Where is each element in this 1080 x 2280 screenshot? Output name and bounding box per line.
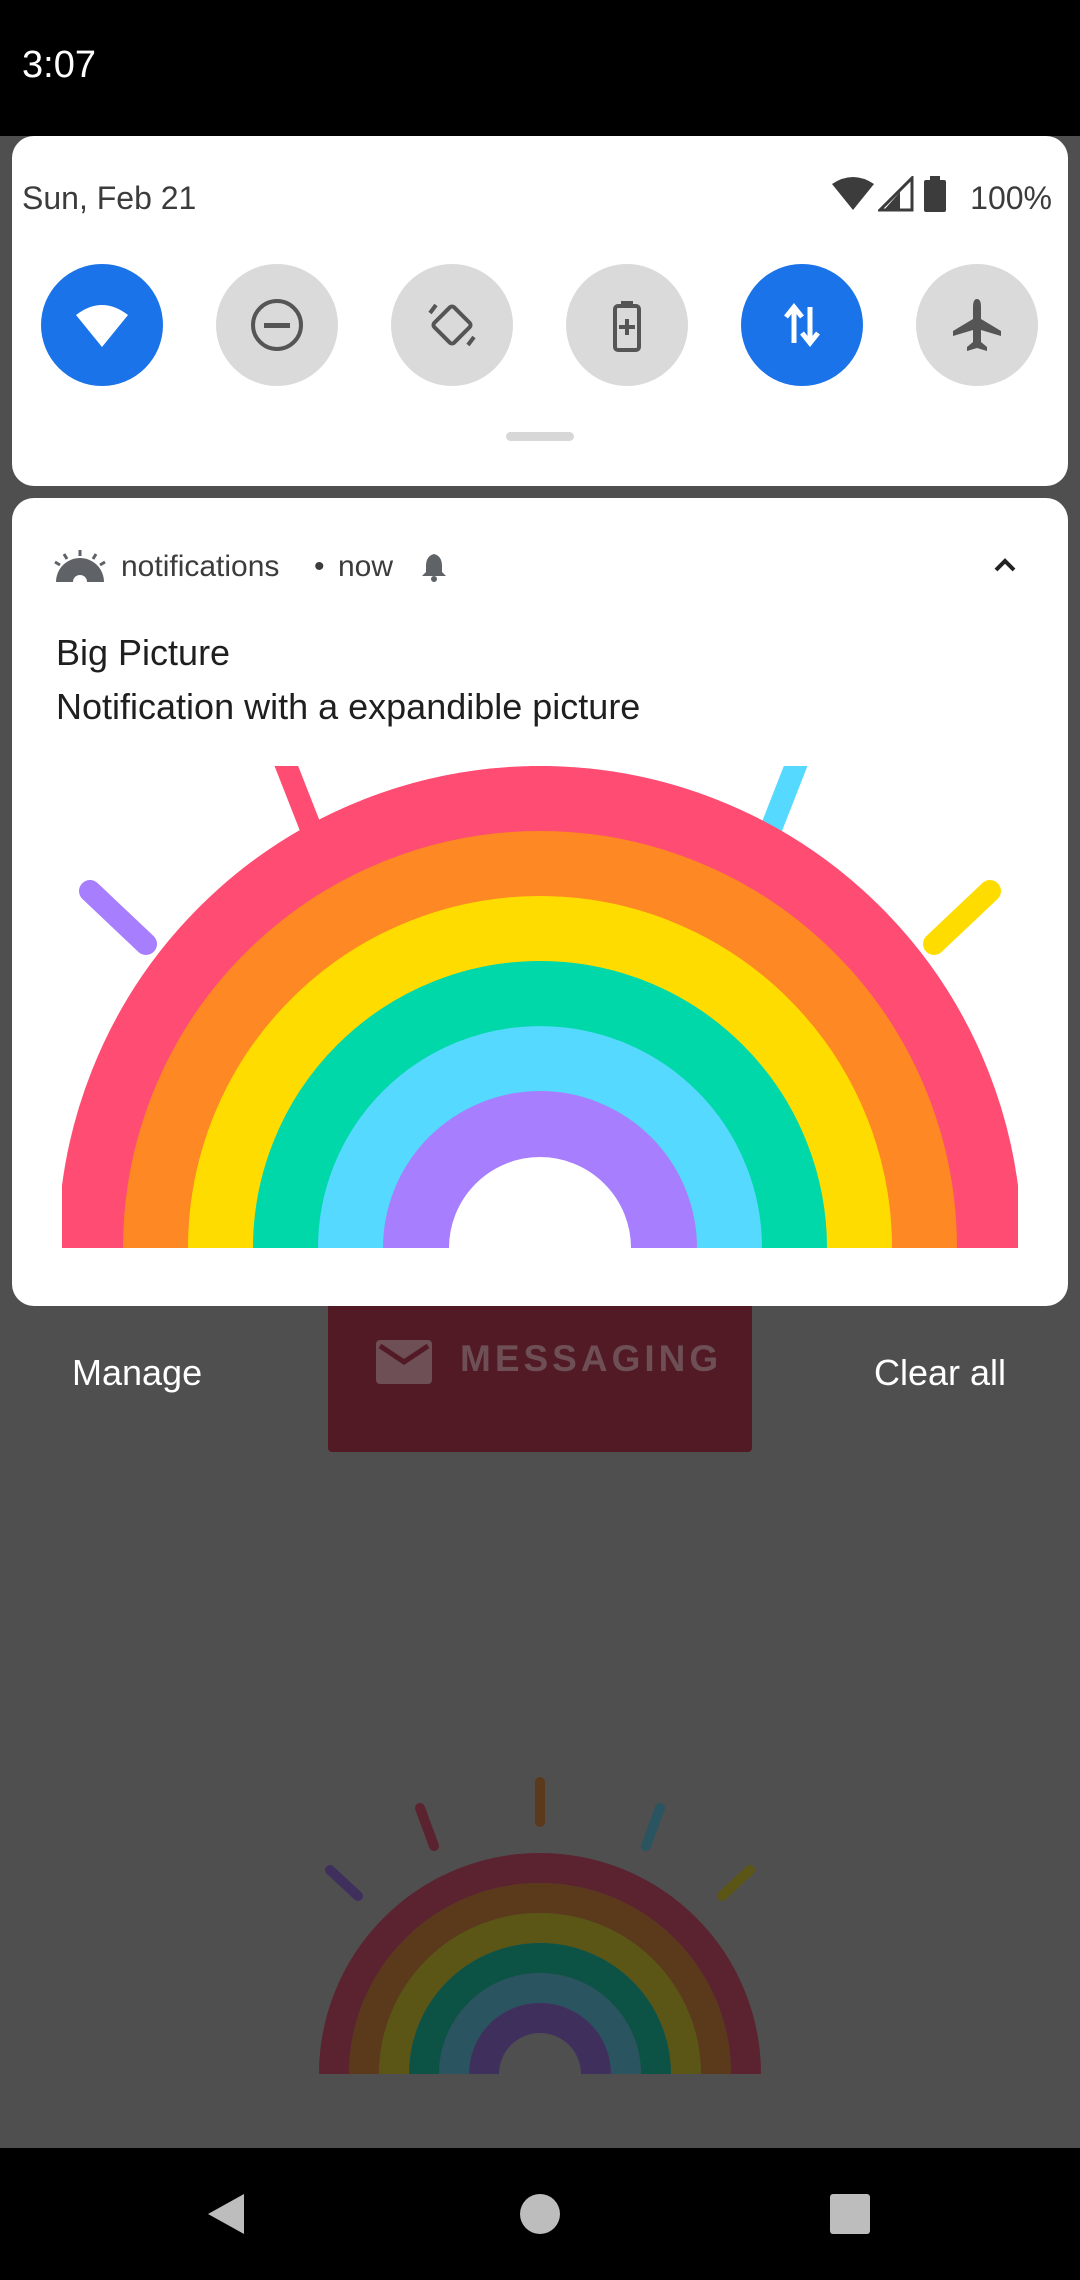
- notification-header: notifications • now: [12, 498, 1068, 598]
- qs-status-icons: 100%: [832, 176, 1052, 216]
- tile-battery-saver[interactable]: [566, 264, 688, 386]
- background-rainbow-image: [319, 1777, 761, 2075]
- sunrise-app-icon: [54, 550, 106, 584]
- wifi-icon: [76, 305, 128, 347]
- battery-saver-icon: [613, 301, 641, 352]
- battery-percentage: 100%: [970, 180, 1052, 216]
- notification-title: Big Picture: [56, 632, 231, 673]
- quick-settings-panel: Sun, Feb 21 100%: [12, 136, 1068, 486]
- tile-auto-rotate[interactable]: [391, 264, 513, 386]
- back-icon[interactable]: [204, 2190, 248, 2238]
- clear-all-button[interactable]: Clear all: [874, 1352, 1006, 1394]
- tile-mobile-data[interactable]: [741, 264, 863, 386]
- tile-wifi[interactable]: [41, 264, 163, 386]
- auto-rotate-icon: [428, 303, 476, 347]
- airplane-mode-icon: [953, 299, 1001, 351]
- header-separator: •: [314, 550, 325, 583]
- battery-icon: [924, 176, 946, 212]
- messaging-button[interactable]: MESSAGING: [328, 1290, 752, 1452]
- recents-icon[interactable]: [828, 2190, 872, 2238]
- cell-signal-icon: [878, 176, 914, 212]
- notification-app-name: notifications: [121, 550, 280, 583]
- navigation-bar: [0, 2148, 1080, 2280]
- notification-time: now: [338, 550, 394, 583]
- wifi-signal-icon: [832, 177, 874, 210]
- manage-button[interactable]: Manage: [72, 1352, 202, 1394]
- chevron-up-icon[interactable]: [990, 556, 1020, 576]
- qs-drag-handle[interactable]: [506, 432, 574, 441]
- qs-date: Sun, Feb 21: [22, 180, 197, 216]
- mail-icon: [376, 1340, 432, 1384]
- messaging-label: MESSAGING: [460, 1338, 723, 1379]
- notification-card[interactable]: notifications • now Big Picture Notifica…: [12, 498, 1068, 1306]
- home-icon[interactable]: [518, 2190, 562, 2238]
- tile-do-not-disturb[interactable]: [216, 264, 338, 386]
- tile-airplane-mode[interactable]: [916, 264, 1038, 386]
- alerting-bell-icon: [422, 554, 446, 582]
- do-not-disturb-icon: [251, 299, 303, 351]
- rainbow-picture: [62, 766, 1018, 1248]
- mobile-data-icon: [784, 302, 820, 348]
- notification-text: Notification with a expandible picture: [56, 686, 641, 727]
